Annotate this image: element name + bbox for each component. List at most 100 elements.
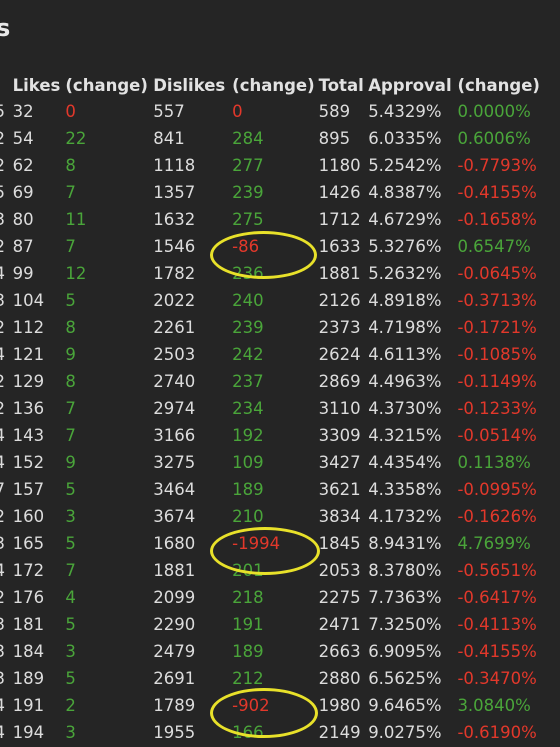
approval-change-cell: -0.4155%: [457, 642, 537, 661]
table-row: 04152 9 3275 109 3427 4.4354% 0.1138%: [0, 449, 544, 476]
approval-cell: 4.4354%: [368, 453, 442, 472]
table-row: 0499 12 1782 236 1881 5.2632% -0.0645%: [0, 260, 544, 287]
dislikes-change-cell: 239: [232, 183, 264, 202]
dislikes-change-cell: 189: [232, 480, 264, 499]
likes-cell: 99: [12, 264, 34, 283]
total-cell: 1426: [318, 183, 361, 202]
dislikes-cell: 1782: [153, 264, 196, 283]
dislikes-cell: 2290: [153, 615, 196, 634]
likes-cell: 87: [12, 237, 34, 256]
table-row: 0380 11 1632 275 1712 4.6729% -0.1658%: [0, 206, 544, 233]
total-cell: 3834: [318, 507, 361, 526]
total-cell: 2126: [318, 291, 361, 310]
likes-cell: 80: [12, 210, 34, 229]
table-row: 02112 8 2261 239 2373 4.7198% -0.1721%: [0, 314, 544, 341]
total-cell: 2869: [318, 372, 361, 391]
dislikes-change-cell: 109: [232, 453, 264, 472]
table-row: 03165 5 1680 -1994 1845 8.9431% 4.7699%: [0, 530, 544, 557]
dislikes-cell: 1546: [153, 237, 196, 256]
likes-change-cell: 2: [65, 696, 76, 715]
table-row: 04121 9 2503 242 2624 4.6113% -0.1085%: [0, 341, 544, 368]
likes-change-cell: 5: [65, 534, 76, 553]
likes-cell: 136: [12, 399, 45, 418]
likes-cell: 176: [12, 588, 45, 607]
total-cell: 2624: [318, 345, 361, 364]
total-cell: 2471: [318, 615, 361, 634]
table-row: 02176 4 2099 218 2275 7.7363% -0.6417%: [0, 584, 544, 611]
dislikes-cell: 2974: [153, 399, 196, 418]
likes-change-cell: 5: [65, 615, 76, 634]
table-row: 03184 3 2479 189 2663 6.9095% -0.4155%: [0, 638, 544, 665]
header-total: Total: [318, 75, 364, 95]
dislikes-cell: 2022: [153, 291, 196, 310]
likes-change-cell: 7: [65, 183, 76, 202]
likes-change-cell: 3: [65, 642, 76, 661]
dislikes-cell: 1680: [153, 534, 196, 553]
likes-change-cell: 9: [65, 453, 76, 472]
likes-cell: 104: [12, 291, 45, 310]
dislikes-cell: 2261: [153, 318, 196, 337]
dislikes-cell: 1118: [153, 156, 196, 175]
likes-cell: 165: [12, 534, 45, 553]
dislikes-change-cell: -86: [232, 237, 260, 256]
total-cell: 3427: [318, 453, 361, 472]
row-index: 03: [0, 287, 13, 314]
likes-cell: 157: [12, 480, 45, 499]
table-row: 03104 5 2022 240 2126 4.8918% -0.3713%: [0, 287, 544, 314]
dislikes-change-cell: 242: [232, 345, 264, 364]
total-cell: 2053: [318, 561, 361, 580]
table-row: 04143 7 3166 192 3309 4.3215% -0.0514%: [0, 422, 544, 449]
row-index: 02: [0, 395, 13, 422]
dislikes-change-cell: 236: [232, 264, 264, 283]
dislikes-cell: 2691: [153, 669, 196, 688]
table-row: 0262 8 1118 277 1180 5.2542% -0.7793%: [0, 152, 544, 179]
approval-cell: 4.6113%: [368, 345, 442, 364]
approval-change-cell: 4.7699%: [457, 534, 531, 553]
header-likes: Likes: [12, 75, 61, 95]
likes-change-cell: 7: [65, 426, 76, 445]
table-row: 0532 0 557 0 589 5.4329% 0.0000%: [0, 98, 544, 125]
row-index: 07: [0, 476, 13, 503]
approval-cell: 5.4329%: [368, 102, 442, 121]
approval-cell: 7.3250%: [368, 615, 442, 634]
approval-cell: 7.7363%: [368, 588, 442, 607]
approval-change-cell: -0.4113%: [457, 615, 537, 634]
total-cell: 895: [318, 129, 351, 148]
total-cell: 3621: [318, 480, 361, 499]
total-cell: 589: [318, 102, 351, 121]
row-index: 02: [0, 368, 13, 395]
approval-cell: 4.8387%: [368, 183, 442, 202]
approval-cell: 4.8918%: [368, 291, 442, 310]
approval-change-cell: -0.1658%: [457, 210, 537, 229]
row-index: 02: [0, 125, 13, 152]
likes-change-cell: 5: [65, 669, 76, 688]
row-index: 05: [0, 98, 13, 125]
dislikes-change-cell: 192: [232, 426, 264, 445]
approval-cell: 6.5625%: [368, 669, 442, 688]
table-row: 0254 22 841 284 895 6.0335% 0.6006%: [0, 125, 544, 152]
total-cell: 2149: [318, 723, 361, 742]
total-cell: 2275: [318, 588, 361, 607]
dislikes-change-cell: 189: [232, 642, 264, 661]
dislikes-change-cell: 284: [232, 129, 264, 148]
row-index: 04: [0, 422, 13, 449]
dislikes-change-cell: 0: [232, 102, 243, 121]
approval-change-cell: -0.1149%: [457, 372, 537, 391]
likes-cell: 112: [12, 318, 45, 337]
likes-cell: 194: [12, 723, 45, 742]
dislikes-change-cell: 201: [232, 561, 264, 580]
approval-change-cell: 0.0000%: [457, 102, 531, 121]
row-index: 04: [0, 557, 13, 584]
approval-cell: 6.0335%: [368, 129, 442, 148]
likes-change-cell: 8: [65, 156, 76, 175]
dislikes-cell: 2503: [153, 345, 196, 364]
likes-cell: 54: [12, 129, 34, 148]
total-cell: 1633: [318, 237, 361, 256]
dislikes-cell: 1632: [153, 210, 196, 229]
likes-change-cell: 7: [65, 237, 76, 256]
dislikes-cell: 3464: [153, 480, 196, 499]
row-index: 03: [0, 530, 13, 557]
row-index: 03: [0, 611, 13, 638]
total-cell: 2373: [318, 318, 361, 337]
likes-cell: 181: [12, 615, 45, 634]
